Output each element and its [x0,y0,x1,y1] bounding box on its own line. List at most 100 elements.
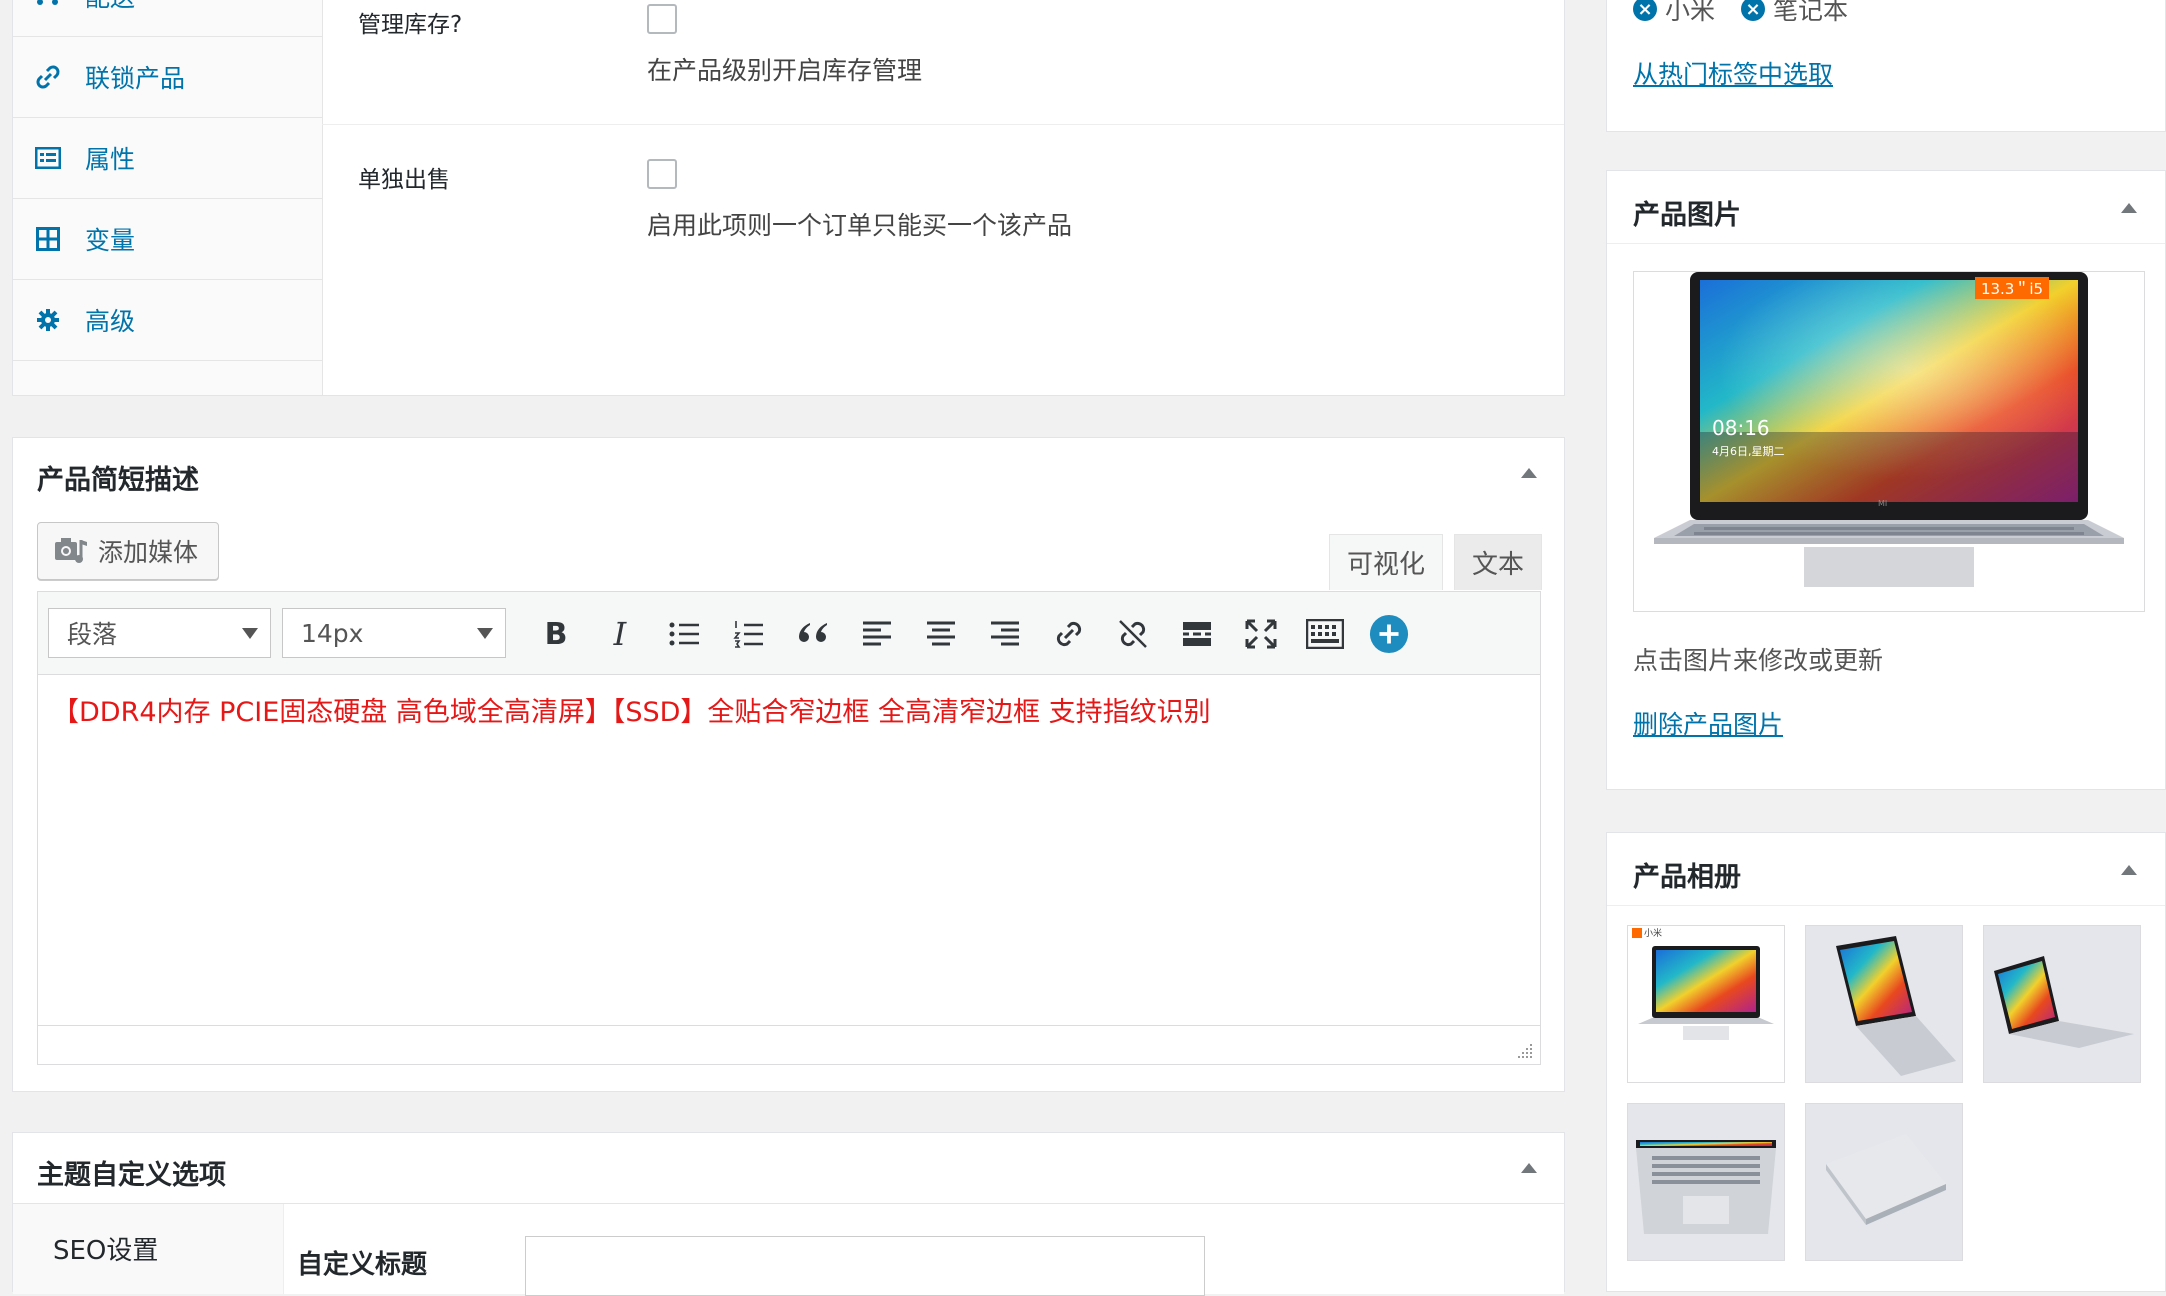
toolbar-toggle-button[interactable] [1305,614,1345,654]
custom-title-input[interactable] [525,1236,1205,1296]
remove-tag-icon[interactable]: × [1633,0,1657,21]
tab-text-label: 文本 [1471,550,1524,580]
fullscreen-icon [1245,619,1277,649]
remove-tag-icon[interactable]: × [1741,0,1766,21]
tag-item: 小米 [1665,0,1716,25]
tab-advanced-label: 高级 [85,307,136,336]
collapse-arrow-icon[interactable] [2121,203,2137,213]
gallery-thumb[interactable] [1805,1103,1963,1261]
tab-linked-products[interactable]: 联锁产品 [13,37,322,118]
short-description-panel: 产品简短描述 添加媒体 可视化 文本 段落 14px B I 【DDR4内存 P… [12,437,1565,1092]
add-media-button[interactable]: 添加媒体 [37,522,219,580]
manage-stock-label: 管理库存? [358,12,463,38]
editor-statusbar [38,1025,1540,1064]
gallery-thumb[interactable] [1983,925,2141,1083]
spec-badge: 13.3＂i5 [1975,277,2049,299]
bold-icon: B [544,616,568,652]
link-icon [33,62,63,92]
blockquote-button[interactable] [793,614,833,654]
short-description-title: 产品简短描述 [37,465,199,496]
tag-item: 笔记本 [1773,0,1849,25]
tab-shipping-label: 配送 [85,0,135,14]
chevron-down-icon [477,628,493,639]
editor-content[interactable]: 【DDR4内存 PCIE固态硬盘 高色域全高清屏】【SSD】全贴合窄边框 全高清… [52,690,1211,729]
gear-icon [33,305,63,335]
tab-visual[interactable]: 可视化 [1329,534,1443,590]
resize-handle-icon[interactable] [1516,1042,1534,1060]
product-image-header: 产品图片 [1607,171,2165,244]
italic-icon: I [613,615,627,653]
theme-options-body: SEO设置 自定义标题 [13,1203,1564,1296]
align-left-icon [863,621,891,646]
collapse-arrow-icon[interactable] [2121,865,2137,875]
add-block-button[interactable] [1369,614,1409,654]
product-data-tabs: 配送 联锁产品 属性 变量 高级 [13,0,323,395]
align-right-button[interactable] [985,614,1025,654]
product-tags-box: × 小米 × 笔记本 从热门标签中选取 [1606,0,2166,132]
theme-options-title: 主题自定义选项 [37,1160,226,1191]
gallery-thumb[interactable] [1627,1103,1785,1261]
gallery-thumb[interactable]: 小米 [1627,925,1785,1083]
truck-icon [33,0,63,11]
laptop-closed-image [1826,1134,1946,1225]
tab-attributes-label: 属性 [85,145,136,174]
bullet-list-button[interactable] [664,614,704,654]
insert-link-button[interactable] [1049,614,1089,654]
tab-advanced[interactable]: 高级 [13,280,322,361]
laptop-front-image [1638,946,1774,1040]
bullet-list-icon [669,622,699,646]
align-center-button[interactable] [921,614,961,654]
tab-shipping[interactable]: 配送 [13,0,322,37]
product-featured-image[interactable]: 13.3＂i5 08:16 4月6日,星期二 MI [1633,271,2145,612]
sold-individually-description: 启用此项则一个订单只能买一个该产品 [647,211,1073,240]
unlink-button[interactable] [1113,614,1153,654]
mi-brand-icon [1632,928,1642,938]
font-size-select-value: 14px [301,618,364,648]
manage-stock-checkbox[interactable] [647,4,677,34]
tab-linked-products-label: 联锁产品 [85,64,186,93]
gallery-thumb[interactable] [1805,925,1963,1083]
laptop-angle-image [1836,936,1956,1076]
theme-options-panel: 主题自定义选项 SEO设置 自定义标题 [12,1132,1565,1296]
align-left-button[interactable] [857,614,897,654]
tab-attributes[interactable]: 属性 [13,118,322,199]
editor-toolbar: 段落 14px B I [38,592,1540,675]
tab-variations[interactable]: 变量 [13,199,322,280]
bold-button[interactable]: B [536,614,576,654]
screen-clock: 08:16 [1712,416,1770,440]
camera-music-icon [54,536,88,566]
custom-title-label: 自定义标题 [297,1250,428,1280]
align-right-icon [991,621,1019,646]
collapse-arrow-icon[interactable] [1521,468,1537,478]
product-gallery-header: 产品相册 [1607,833,2165,906]
tab-text[interactable]: 文本 [1454,534,1542,590]
read-more-icon [1183,622,1211,646]
choose-popular-tags-link[interactable]: 从热门标签中选取 [1633,55,1833,91]
font-size-select[interactable]: 14px [282,608,506,658]
keyboard-icon [1306,619,1344,649]
quote-icon [799,623,827,642]
seo-settings-tab[interactable]: SEO设置 [53,1230,158,1267]
add-media-label: 添加媒体 [98,538,199,567]
tag-list: × 小米 × 笔记本 [1633,0,1848,27]
sold-individually-label: 单独出售 [358,167,450,193]
theme-options-nav: SEO设置 [13,1204,284,1294]
product-gallery-title: 产品相册 [1633,862,1741,893]
mi-logo: MI [1878,499,1888,508]
tab-visual-label: 可视化 [1346,550,1425,580]
rich-text-editor: 段落 14px B I 【DDR4内存 PCIE固态硬盘 高色域全高清屏】【SS… [37,591,1541,1065]
italic-button[interactable]: I [600,614,640,654]
remove-product-image-link[interactable]: 删除产品图片 [1633,705,1783,741]
laptop-keyboard-image [1636,1140,1776,1234]
read-more-button[interactable] [1177,614,1217,654]
sold-individually-checkbox[interactable] [647,159,677,189]
fullscreen-button[interactable] [1241,614,1281,654]
chevron-down-icon [242,628,258,639]
laptop-image [1654,272,2124,587]
grid-icon [33,224,63,254]
collapse-arrow-icon[interactable] [1521,1163,1537,1173]
format-select[interactable]: 段落 [48,608,271,658]
link-icon [1056,621,1082,647]
numbered-list-icon [733,621,763,648]
numbered-list-button[interactable] [728,614,768,654]
